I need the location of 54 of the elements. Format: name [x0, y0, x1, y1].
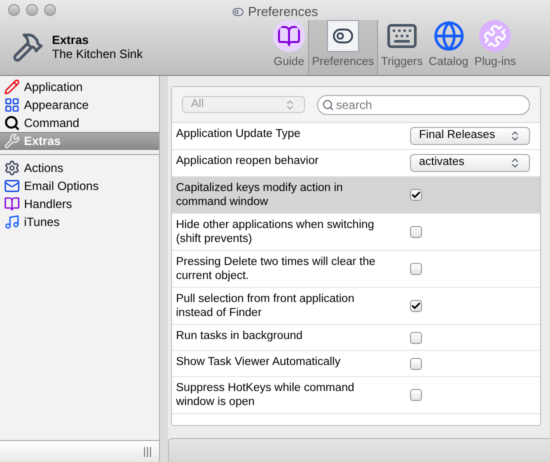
setting-label: Run tasks in background — [176, 329, 304, 343]
checkbox[interactable] — [410, 389, 422, 401]
checkbox[interactable] — [410, 358, 422, 370]
checkbox[interactable] — [410, 263, 422, 275]
envelope-icon — [4, 178, 20, 194]
sidebar-item[interactable]: Application — [0, 78, 159, 96]
stepper-icon — [509, 130, 521, 142]
checkbox[interactable] — [410, 226, 422, 238]
setting-label: Application reopen behavior — [176, 154, 320, 168]
toolbar-button[interactable]: Plug-ins — [471, 20, 519, 75]
checkbox[interactable] — [410, 189, 422, 201]
window-title: Preferences — [248, 3, 318, 21]
toolbar-button[interactable]: Preferences — [308, 20, 378, 75]
window-control[interactable] — [26, 4, 38, 16]
section-subtitle: The Kitchen Sink — [52, 47, 143, 62]
search-field[interactable]: search — [317, 94, 530, 114]
toolbar-button[interactable]: Catalog — [426, 20, 472, 75]
stepper-icon — [509, 157, 521, 169]
window-control[interactable] — [44, 4, 56, 16]
setting-label: Suppress HotKeys while command window is open — [176, 381, 356, 409]
sidebar-item[interactable]: Actions — [0, 159, 159, 177]
section-title: Extras — [52, 33, 90, 48]
setting-label: Hide other applications when switching (shift prevents) — [176, 218, 376, 246]
window-icon — [4, 97, 20, 113]
setting-label: Application Update Type — [176, 127, 302, 141]
resize-grip-icon[interactable] — [144, 446, 151, 456]
sidebar-item[interactable]: Email Options — [0, 177, 159, 195]
toolbar-button[interactable]: Guide — [270, 20, 308, 75]
setting-label: Capitalized keys modify action in command window — [176, 181, 344, 209]
checkbox[interactable] — [410, 332, 422, 344]
sidebar-item[interactable]: Handlers — [0, 195, 159, 213]
checkbox[interactable] — [410, 300, 422, 312]
popup-button[interactable]: activates — [410, 154, 530, 172]
music-icon — [4, 214, 20, 230]
gear-icon — [4, 160, 20, 176]
switch-icon — [232, 6, 244, 18]
sidebar-item[interactable]: Appearance — [0, 96, 159, 114]
puzzle-icon — [479, 20, 512, 52]
switch-icon — [327, 20, 359, 52]
popup-button[interactable]: Final Releases — [410, 127, 530, 145]
magnifier-icon — [4, 115, 20, 131]
setting-label: Pressing Delete two times will clear the current object. — [176, 255, 376, 283]
globe-icon — [432, 20, 465, 52]
setting-label: Pull selection from front application instead of Finder — [176, 292, 356, 320]
pencil-icon — [4, 79, 20, 95]
sidebar-item[interactable]: iTunes — [0, 213, 159, 231]
stepper-icon — [284, 98, 296, 110]
setting-label: Show Task Viewer Automatically — [176, 355, 342, 369]
book-icon — [273, 20, 305, 52]
window-control[interactable] — [8, 4, 20, 16]
setting-row[interactable]: Capitalized keys modify action in command window — [172, 177, 540, 214]
toolbar-button[interactable]: Triggers — [378, 20, 426, 75]
sidebar-item[interactable]: Command — [0, 114, 159, 132]
search-icon — [322, 98, 334, 110]
